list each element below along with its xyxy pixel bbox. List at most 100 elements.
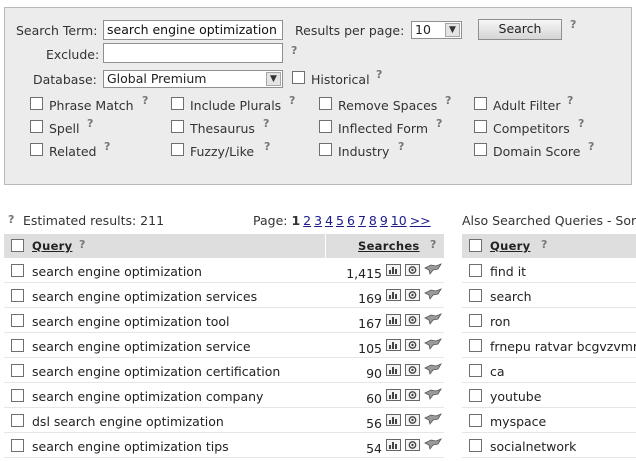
row-checkbox[interactable] [469,264,482,277]
view-icon[interactable] [405,364,420,376]
next-pages-link[interactable]: >> [410,213,431,228]
query-cell[interactable]: search engine optimization certification [32,364,280,379]
select-all-checkbox[interactable] [11,239,24,252]
help-icon[interactable]: ? [289,94,295,107]
bird-icon[interactable] [424,262,442,276]
view-icon[interactable] [405,339,420,351]
bird-icon[interactable] [424,362,442,376]
help-icon[interactable]: ? [430,238,436,251]
page-link[interactable]: 5 [336,213,344,228]
page-link[interactable]: 8 [369,213,377,228]
competitors-checkbox[interactable] [474,120,487,133]
also-query-cell[interactable]: frnepu ratvar bcgvzvmn [490,339,636,354]
bar-chart-icon[interactable] [386,339,401,351]
help-icon[interactable]: ? [291,44,297,57]
row-checkbox[interactable] [11,439,24,452]
bar-chart-icon[interactable] [386,364,401,376]
help-icon[interactable]: ? [142,94,148,107]
query-column-header[interactable]: Query [32,239,72,253]
adult-filter-checkbox[interactable] [474,97,487,110]
view-icon[interactable] [405,414,420,426]
row-checkbox[interactable] [11,289,24,302]
also-select-all-checkbox[interactable] [469,239,482,252]
page-link[interactable]: 2 [303,213,311,228]
view-icon[interactable] [405,389,420,401]
search-button[interactable]: Search [478,19,562,40]
page-link[interactable]: 7 [358,213,366,228]
include-plurals-checkbox[interactable] [171,97,184,110]
also-query-cell[interactable]: socialnetwork [490,439,636,454]
thesaurus-checkbox[interactable] [171,120,184,133]
help-icon[interactable]: ? [541,238,547,251]
row-checkbox[interactable] [469,389,482,402]
page-link[interactable]: 10 [391,213,407,228]
help-icon[interactable]: ? [79,238,85,251]
also-query-cell[interactable]: ron [490,314,636,329]
query-cell[interactable]: dsl search engine optimization [32,414,224,429]
row-checkbox[interactable] [469,439,482,452]
help-icon[interactable]: ? [263,117,269,130]
help-icon[interactable]: ? [398,140,404,153]
bar-chart-icon[interactable] [386,389,401,401]
help-icon[interactable]: ? [87,117,93,130]
row-checkbox[interactable] [11,264,24,277]
query-cell[interactable]: search engine optimization service [32,339,251,354]
bar-chart-icon[interactable] [386,289,401,301]
row-checkbox[interactable] [11,414,24,427]
searches-column-header[interactable]: Searches [358,239,420,253]
query-cell[interactable]: search engine optimization tool [32,314,230,329]
row-checkbox[interactable] [469,339,482,352]
bird-icon[interactable] [424,387,442,401]
bird-icon[interactable] [424,337,442,351]
row-checkbox[interactable] [11,389,24,402]
row-checkbox[interactable] [469,289,482,302]
view-icon[interactable] [405,439,420,451]
bird-icon[interactable] [424,312,442,326]
help-icon[interactable]: ? [8,213,14,226]
also-query-cell[interactable]: myspace [490,414,636,429]
query-cell[interactable]: search engine optimization services [32,289,257,304]
also-query-cell[interactable]: youtube [490,389,636,404]
help-icon[interactable]: ? [578,117,584,130]
also-query-cell[interactable]: find it [490,264,636,279]
fuzzy-like-checkbox[interactable] [171,143,184,156]
help-icon[interactable]: ? [376,68,382,81]
bird-icon[interactable] [424,412,442,426]
also-query-column-header[interactable]: Query [490,239,530,253]
help-icon[interactable]: ? [570,18,576,31]
query-cell[interactable]: search engine optimization [32,264,202,279]
query-cell[interactable]: search engine optimization company [32,389,263,404]
row-checkbox[interactable] [11,339,24,352]
view-icon[interactable] [405,264,420,276]
page-link[interactable]: 9 [380,213,388,228]
help-icon[interactable]: ? [445,94,451,107]
row-checkbox[interactable] [11,314,24,327]
query-cell[interactable]: search engine optimization tips [32,439,229,454]
help-icon[interactable]: ? [104,140,110,153]
row-checkbox[interactable] [469,314,482,327]
industry-checkbox[interactable] [319,143,332,156]
view-icon[interactable] [405,289,420,301]
row-checkbox[interactable] [11,364,24,377]
row-checkbox[interactable] [469,414,482,427]
database-select[interactable]: Global Premium ▼ [103,70,283,88]
also-query-cell[interactable]: ca [490,364,636,379]
page-link[interactable]: 4 [325,213,333,228]
help-icon[interactable]: ? [436,117,442,130]
page-link[interactable]: 3 [314,213,322,228]
related-checkbox[interactable] [30,143,43,156]
bird-icon[interactable] [424,437,442,451]
inflected-form-checkbox[interactable] [319,120,332,133]
row-checkbox[interactable] [469,364,482,377]
remove-spaces-checkbox[interactable] [319,97,332,110]
bird-icon[interactable] [424,287,442,301]
phrase-match-checkbox[interactable] [30,97,43,110]
help-icon[interactable]: ? [264,140,270,153]
domain-score-checkbox[interactable] [474,143,487,156]
page-link[interactable]: 6 [347,213,355,228]
search-term-input[interactable]: search engine optimization [103,20,283,40]
bar-chart-icon[interactable] [386,314,401,326]
bar-chart-icon[interactable] [386,264,401,276]
results-per-page-select[interactable]: 10 ▼ [411,21,462,39]
help-icon[interactable]: ? [588,140,594,153]
